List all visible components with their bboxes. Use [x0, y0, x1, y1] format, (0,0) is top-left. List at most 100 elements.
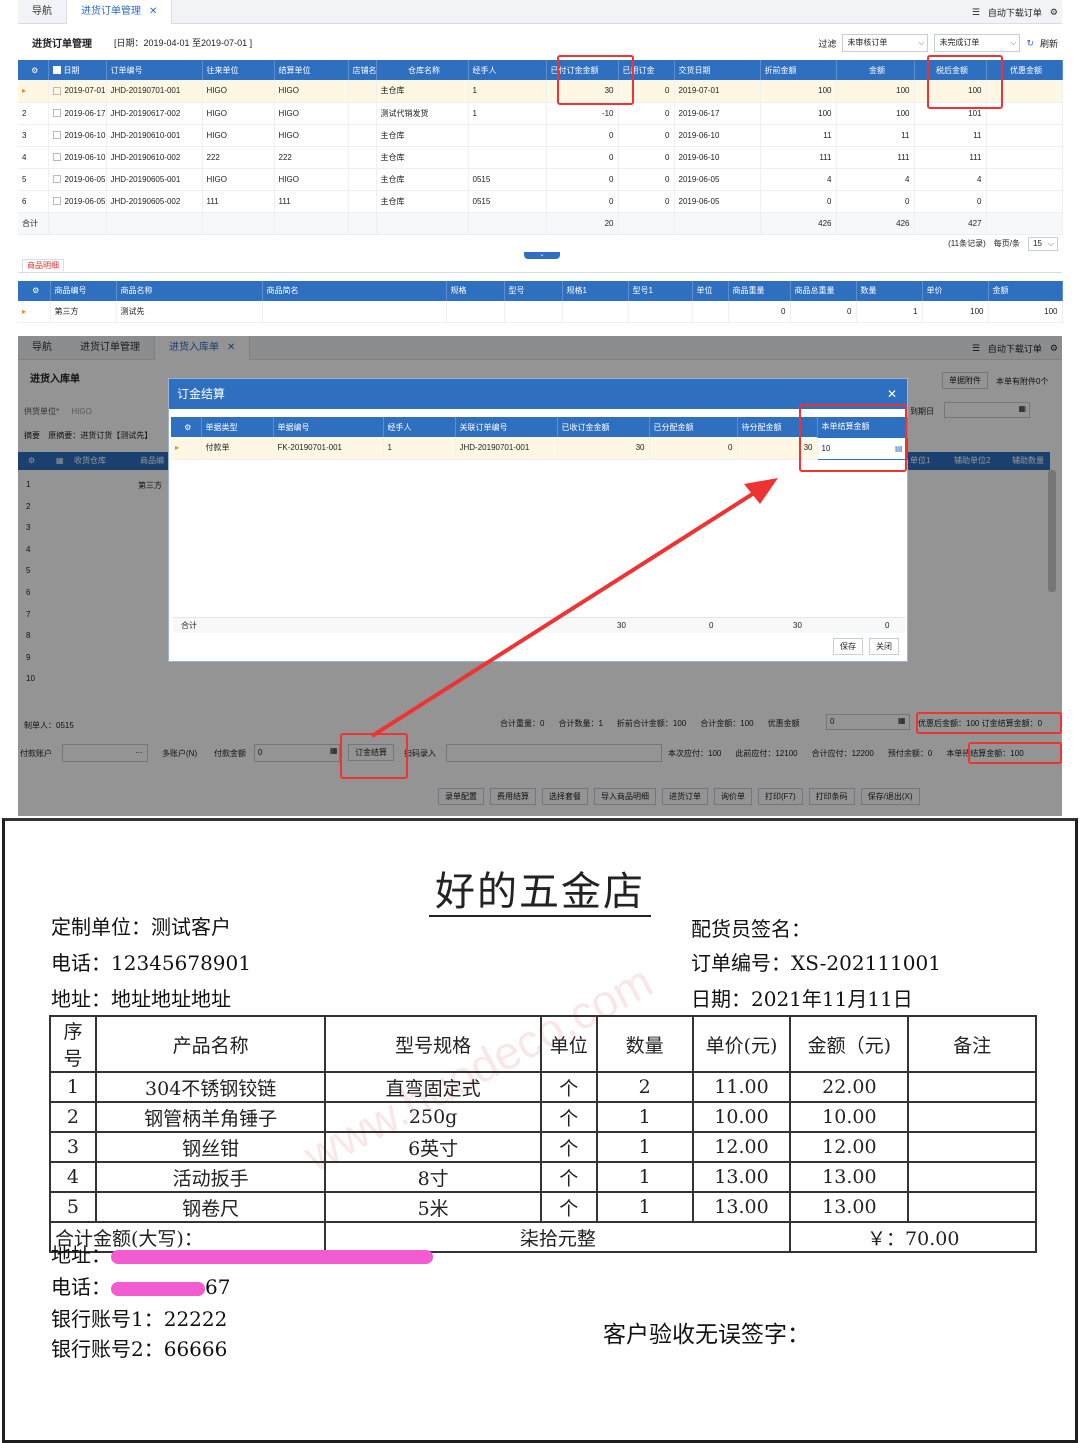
- save-button[interactable]: 保存: [833, 638, 863, 655]
- table-cell: JHD-20190610-002: [106, 146, 203, 169]
- column-header[interactable]: 单据类型: [201, 417, 274, 437]
- table-row[interactable]: 4 2019-06-10 JHD-20190610-002 222 222 主仓库 0 0 20…: [18, 146, 1063, 169]
- table-cell: [986, 146, 1063, 169]
- column-header[interactable]: 往来单位: [202, 60, 275, 80]
- deposit-settlement-dialog: 订金结算 ✕ ⚙ 单据类型 单据编号 经手人 关联订单编号 已收订金金额 已分配金额 待分配金额…: [168, 378, 908, 662]
- table-row: 2 钢管柄羊角锤子 250g 个 1 10.00 10.00: [49, 1101, 1037, 1133]
- audit-filter-select[interactable]: 未审核订单 ⌵: [842, 34, 929, 52]
- table-cell: [348, 168, 377, 191]
- table-cell: 11.00: [691, 1071, 792, 1103]
- tab-nav[interactable]: 导航: [18, 0, 66, 24]
- column-header[interactable]: 型号1: [628, 280, 693, 301]
- column-header[interactable]: 交货日期: [674, 60, 761, 80]
- table-cell: 5: [49, 1191, 97, 1223]
- checkbox[interactable]: [52, 131, 61, 140]
- table-cell: 10.00: [691, 1101, 792, 1133]
- cell-value: 2019-06-10: [64, 152, 106, 162]
- column-header[interactable]: 经手人: [383, 417, 456, 437]
- auto-download-button[interactable]: 自动下载订单: [988, 6, 1042, 19]
- title-text: 好的五金店: [429, 869, 651, 917]
- column-header[interactable]: 店铺名称: [348, 60, 377, 80]
- table-cell: 4: [760, 168, 837, 191]
- column-header[interactable]: 折前金额: [760, 60, 837, 80]
- table-cell[interactable]: 2019-07-01: [48, 80, 107, 103]
- table-cell: 主仓库: [376, 80, 469, 103]
- table-row[interactable]: 2 2019-06-17 JHD-20190617-002 HIGO HIGO 测试代销发…: [18, 102, 1063, 125]
- menu-icon[interactable]: ☰: [972, 7, 980, 18]
- column-header[interactable]: 型号: [504, 280, 563, 301]
- column-header: 单位: [539, 1015, 598, 1073]
- cell-value: 2019-06-05: [64, 174, 106, 184]
- table-cell: 22.00: [789, 1071, 910, 1103]
- table-cell[interactable]: 2019-06-10: [48, 124, 107, 147]
- checkbox[interactable]: [52, 66, 61, 75]
- table-cell: HIGO: [202, 124, 275, 147]
- detail-table: ⚙ 商品编号 商品名称 商品简名 规格 型号 规格1 型号1 单位 商品重量 商品总重量 数量 单价 金额…: [18, 280, 1063, 323]
- sum-cell: [106, 212, 203, 235]
- table-cell[interactable]: 2019-06-05: [48, 190, 107, 213]
- splitter-handle[interactable]: ⌄: [524, 252, 560, 259]
- table-row[interactable]: 5 2019-06-05 JHD-20190605-001 HIGO HIGO 主仓库 05…: [18, 168, 1063, 191]
- column-header: 型号规格: [324, 1015, 542, 1073]
- checkbox[interactable]: [52, 175, 61, 184]
- table-row[interactable]: ▸ 付款单 FK-20190701-001 1 JHD-20190701-001 30 0 3…: [171, 436, 908, 460]
- table-row[interactable]: 6 2019-06-05 JHD-20190605-002 111 111 主仓库 0515…: [18, 190, 1063, 213]
- column-header[interactable]: 订单编号: [106, 60, 203, 80]
- column-header[interactable]: 规格: [446, 280, 505, 301]
- refresh-icon[interactable]: ↻: [1026, 38, 1034, 49]
- table-row[interactable]: ▸ 2019-07-01 JHD-20190701-001 HIGO HIGO 主仓库 1 3…: [18, 80, 1063, 103]
- table-cell: [907, 1131, 1037, 1163]
- column-header[interactable]: 金额: [836, 60, 915, 80]
- column-header[interactable]: 仓库名称: [376, 60, 469, 80]
- per-page-select[interactable]: 15 ⌵: [1028, 236, 1058, 251]
- close-button[interactable]: 关闭: [869, 638, 899, 655]
- column-header: 单价(元): [691, 1015, 792, 1073]
- column-header[interactable]: 关联订单编号: [455, 417, 558, 437]
- column-header[interactable]: 经手人: [468, 60, 547, 80]
- table-row[interactable]: ▸ 第三方 测试先 0 0 1 100 100: [18, 300, 1063, 323]
- tab-order-management[interactable]: 进货订单管理 ✕: [66, 0, 173, 24]
- checkbox[interactable]: [52, 87, 61, 96]
- table-cell[interactable]: 2019-06-10: [48, 146, 107, 169]
- table-cell[interactable]: 2019-06-05: [48, 168, 107, 191]
- column-header[interactable]: 单据编号: [273, 417, 384, 437]
- column-header[interactable]: 商品重量: [728, 280, 791, 301]
- checkbox[interactable]: [52, 197, 61, 206]
- column-header[interactable]: 数量: [856, 280, 923, 301]
- column-header[interactable]: 商品名称: [116, 280, 263, 301]
- table-cell: FK-20190701-001: [273, 437, 384, 460]
- column-header[interactable]: 日期: [48, 60, 107, 80]
- column-header[interactable]: 已分配金额: [649, 417, 738, 437]
- table-cell[interactable]: 2019-06-17: [48, 102, 107, 125]
- table-row[interactable]: 3 2019-06-10 JHD-20190610-001 HIGO HIGO 主仓库 0 0…: [18, 124, 1063, 147]
- settings-icon[interactable]: ⚙: [171, 417, 202, 437]
- total-number: ￥：70.00: [789, 1221, 1037, 1253]
- column-header[interactable]: 结算单位: [274, 60, 349, 80]
- column-header[interactable]: 金额: [988, 280, 1063, 301]
- cell-value: 2019-06-10: [64, 130, 106, 140]
- gear-icon[interactable]: ⚙: [1050, 7, 1058, 18]
- column-header[interactable]: 商品总重量: [790, 280, 857, 301]
- table-cell: [468, 124, 547, 147]
- tab-goods-detail[interactable]: 商品明细: [22, 258, 64, 271]
- refresh-button[interactable]: 刷新: [1040, 37, 1058, 50]
- settings-icon[interactable]: ⚙: [18, 60, 49, 80]
- table-cell: [348, 80, 377, 103]
- column-header[interactable]: 单位: [692, 280, 729, 301]
- table-cell: JHD-20190605-001: [106, 168, 203, 191]
- column-header[interactable]: 已收订金金额: [557, 417, 650, 437]
- settings-icon[interactable]: ⚙: [18, 280, 51, 301]
- highlight-paid-deposit: [557, 55, 634, 105]
- redacted-address: [111, 1249, 433, 1264]
- column-header[interactable]: 规格1: [562, 280, 629, 301]
- checkbox[interactable]: [52, 109, 61, 118]
- table-cell: 2019-06-10: [674, 146, 761, 169]
- column-header[interactable]: 单价: [922, 280, 989, 301]
- close-icon[interactable]: ✕: [149, 6, 157, 17]
- table-cell: 0: [728, 300, 791, 323]
- dialog-title: 订金结算: [177, 387, 226, 401]
- status-filter-select[interactable]: 未完成订单 ⌵: [934, 34, 1021, 52]
- checkbox[interactable]: [52, 153, 61, 162]
- column-header[interactable]: 商品简名: [262, 280, 447, 301]
- column-header[interactable]: 商品编号: [50, 280, 117, 301]
